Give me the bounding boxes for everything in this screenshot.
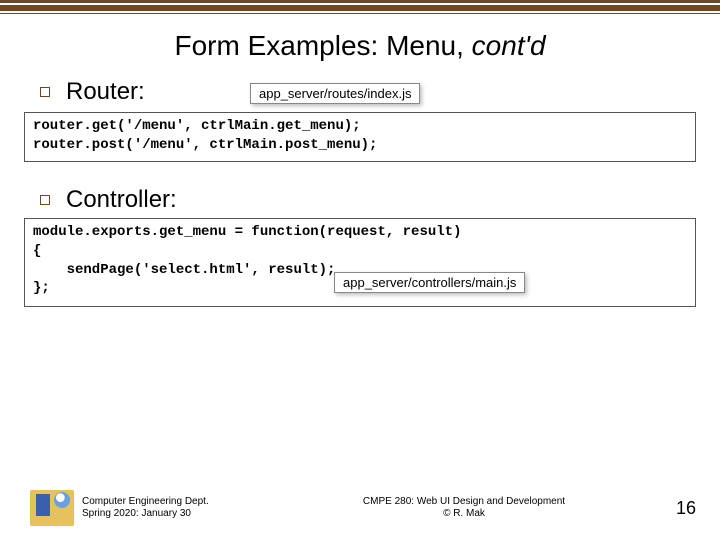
controller-path-label: app_server/controllers/main.js xyxy=(334,272,525,293)
page-number: 16 xyxy=(676,498,696,519)
footer-left: Computer Engineering Dept. Spring 2020: … xyxy=(82,496,252,521)
decorative-top-rule xyxy=(0,0,720,14)
footer-copyright: © R. Mak xyxy=(252,508,676,521)
footer-dept: Computer Engineering Dept. xyxy=(82,496,252,509)
footer-course: CMPE 280: Web UI Design and Development xyxy=(252,496,676,509)
router-code-box: router.get('/menu', ctrlMain.get_menu); … xyxy=(24,112,696,162)
router-path-label: app_server/routes/index.js xyxy=(250,83,420,104)
sjsu-logo-icon xyxy=(30,490,74,526)
title-italic: cont'd xyxy=(472,30,546,61)
square-bullet-icon xyxy=(40,195,50,205)
slide-title: Form Examples: Menu, cont'd xyxy=(0,30,720,62)
title-plain: Form Examples: Menu, xyxy=(174,30,471,61)
square-bullet-icon xyxy=(40,87,50,97)
footer-center: CMPE 280: Web UI Design and Development … xyxy=(252,496,676,521)
footer: Computer Engineering Dept. Spring 2020: … xyxy=(0,490,720,526)
controller-code-box: module.exports.get_menu = function(reque… xyxy=(24,218,696,308)
controller-bullet-row: Controller: xyxy=(40,186,720,214)
controller-heading: Controller: xyxy=(66,186,177,214)
footer-term: Spring 2020: January 30 xyxy=(82,508,252,521)
router-heading: Router: xyxy=(66,78,145,106)
